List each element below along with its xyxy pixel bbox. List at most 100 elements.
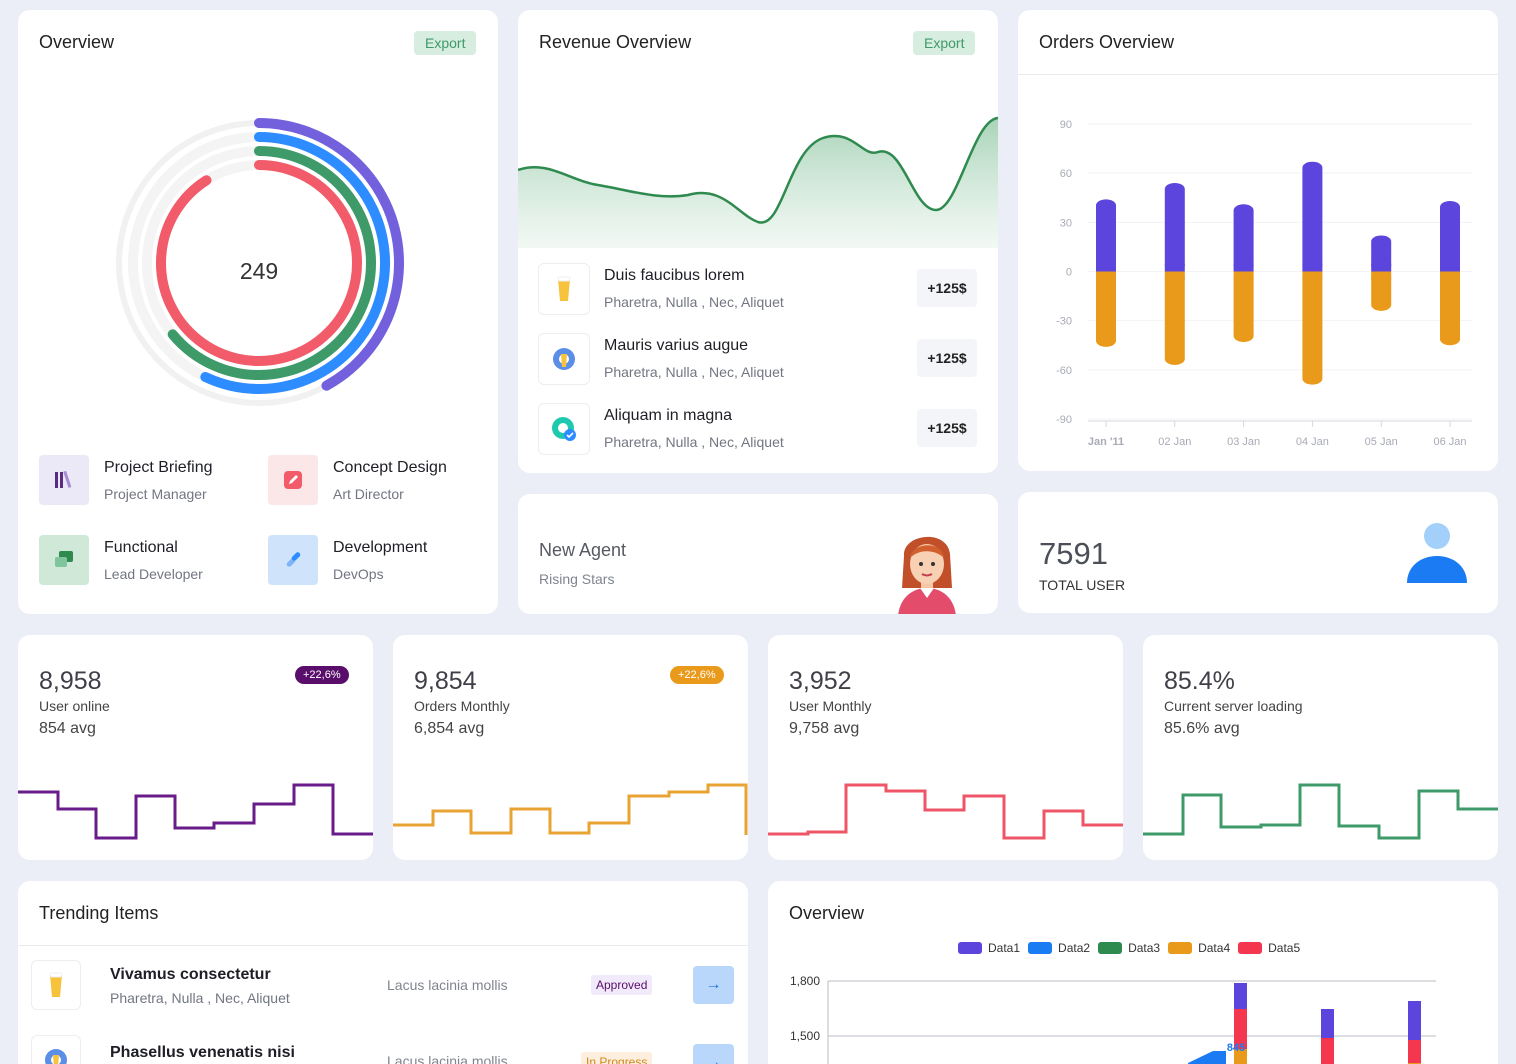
- legend-label: Data3: [1128, 941, 1161, 955]
- overview-center-value: 249: [240, 258, 278, 284]
- stat-avg: 854 avg: [39, 720, 96, 737]
- stat-step-chart: [393, 783, 748, 835]
- overview-item-subtitle: DevOps: [333, 566, 384, 582]
- order-bar: [1233, 204, 1254, 272]
- overview-item-title: Functional: [104, 539, 178, 556]
- stat-badge: +22,6%: [295, 666, 349, 684]
- area-series: [1188, 1051, 1226, 1064]
- order-bar-base: [1440, 271, 1460, 280]
- trending-item-title: Phasellus venenatis nisi: [110, 1044, 295, 1061]
- x-tick-label: 02 Jan: [1158, 436, 1191, 448]
- overview-item-title: Development: [333, 539, 428, 556]
- order-bar-base: [1233, 263, 1254, 272]
- y-tick-label: -90: [1056, 414, 1072, 426]
- legend-item[interactable]: Data1: [958, 941, 1020, 955]
- stat-card: 85.4% Current server loading 85.6% avg: [1143, 635, 1498, 860]
- books-icon: [39, 455, 89, 505]
- legend-label: Data4: [1198, 941, 1231, 955]
- revenue-item-title: Duis faucibus lorem: [604, 267, 745, 284]
- stat-avg: 9,758 avg: [789, 720, 860, 737]
- order-bar-base: [1096, 263, 1116, 272]
- trending-item-desc: Lacus lacinia mollis: [387, 977, 508, 993]
- stat-card: 3,952 User Monthly 9,758 avg: [768, 635, 1123, 860]
- total-user-label: TOTAL USER: [1039, 577, 1126, 593]
- overview-item-subtitle: Lead Developer: [104, 566, 203, 582]
- overview-card: Overview Export 249 Project Briefing Pro…: [18, 10, 498, 614]
- legend-label: Data2: [1058, 941, 1091, 955]
- trending-card: Trending Items Vivamus consectetur Phare…: [18, 881, 748, 1064]
- legend-swatch: [1238, 942, 1263, 954]
- stacked-bar-segment: [1408, 1040, 1421, 1063]
- edit-icon: [268, 455, 318, 505]
- revenue-item-title: Aliquam in magna: [604, 407, 733, 424]
- order-bar: [1233, 271, 1254, 342]
- beer-icon: [31, 960, 81, 1010]
- x-tick-label: Jan '11: [1088, 436, 1124, 448]
- y-tick-label: -30: [1056, 316, 1072, 328]
- stacked-bar-segment: [1408, 1001, 1421, 1040]
- overview-item-title: Concept Design: [333, 459, 447, 476]
- link-icon: [268, 535, 318, 585]
- stat-badge: +22,6%: [670, 666, 724, 684]
- agent-avatar: [898, 536, 956, 614]
- stat-card: 8,958 User online 854 avg +22,6%: [18, 635, 373, 860]
- order-bar: [1440, 271, 1460, 346]
- order-bar: [1096, 271, 1116, 347]
- order-bar-base: [1302, 271, 1323, 280]
- trending-divider: [18, 945, 748, 946]
- trending-open-button[interactable]: →: [693, 1044, 734, 1064]
- order-bar: [1302, 161, 1323, 272]
- stat-value: 8,958: [39, 667, 102, 695]
- trending-open-button[interactable]: →: [693, 966, 734, 1004]
- agent-subtitle: Rising Stars: [539, 571, 615, 587]
- revenue-area-chart: [518, 116, 998, 248]
- x-tick-label: 04 Jan: [1296, 436, 1329, 448]
- stacked-bar-segment: [1321, 1038, 1334, 1064]
- beer-icon: [538, 263, 590, 315]
- orders-title: Orders Overview: [1039, 32, 1175, 52]
- legend-item[interactable]: Data5: [1238, 941, 1300, 955]
- stat-step-chart: [18, 783, 373, 840]
- order-bar-base: [1302, 263, 1323, 272]
- legend-label: Data5: [1268, 941, 1301, 955]
- revenue-item-title: Mauris varius augue: [604, 337, 749, 354]
- chat-icon: [39, 535, 89, 585]
- x-tick-label: 03 Jan: [1227, 436, 1260, 448]
- stat-avg: 85.6% avg: [1164, 720, 1240, 737]
- revenue-item-subtitle: Pharetra, Nulla , Nec, Aliquet: [604, 294, 784, 310]
- stat-label: User Monthly: [789, 698, 872, 714]
- order-bar-base: [1164, 263, 1185, 272]
- gear-check-icon: [538, 403, 590, 455]
- new-agent-card[interactable]: New Agent Rising Stars: [518, 494, 998, 614]
- order-bar: [1164, 271, 1185, 365]
- order-bar-base: [1096, 271, 1116, 280]
- y-tick-label: 0: [1066, 267, 1072, 279]
- y-tick-label: 60: [1060, 168, 1072, 180]
- y-tick-label: 1,800: [790, 974, 820, 988]
- y-tick-label: 1,500: [790, 1029, 820, 1043]
- legend-item[interactable]: Data3: [1098, 941, 1160, 955]
- stat-step-chart: [1143, 783, 1498, 840]
- revenue-item-value: +125$: [917, 269, 977, 307]
- agent-title: New Agent: [539, 540, 627, 560]
- revenue-item-subtitle: Pharetra, Nulla , Nec, Aliquet: [604, 434, 784, 450]
- revenue-card: Revenue Overview Export Duis faucibus lo…: [518, 10, 998, 473]
- overview2-card: Overview Data1 Data2 Data3 Data4 Data5 1,800…: [768, 881, 1498, 1064]
- legend-swatch: [958, 942, 982, 954]
- legend-item[interactable]: Data2: [1028, 941, 1090, 955]
- overview-radial-chart: 249: [116, 118, 404, 406]
- revenue-item-value: +125$: [917, 409, 977, 447]
- stacked-bar-segment: [1234, 983, 1247, 1009]
- status-badge: Approved: [591, 975, 653, 995]
- legend-swatch: [1028, 942, 1053, 954]
- stat-label: User online: [39, 698, 110, 714]
- data-annotation: 845: [1227, 1042, 1245, 1054]
- gear-wrench-icon: [31, 1035, 81, 1064]
- legend-item[interactable]: Data4: [1168, 941, 1230, 955]
- gear-wrench-icon: [538, 333, 590, 385]
- x-tick-label: 05 Jan: [1365, 436, 1398, 448]
- stat-step-chart: [768, 783, 1123, 840]
- orders-bar-chart: 90 60 30 0 -30 -60 -90 Jan '11 02 Jan 03 Jan 04 Ja…: [1056, 119, 1472, 448]
- overview-item-title: Project Briefing: [104, 459, 213, 476]
- order-bar-base: [1371, 271, 1392, 280]
